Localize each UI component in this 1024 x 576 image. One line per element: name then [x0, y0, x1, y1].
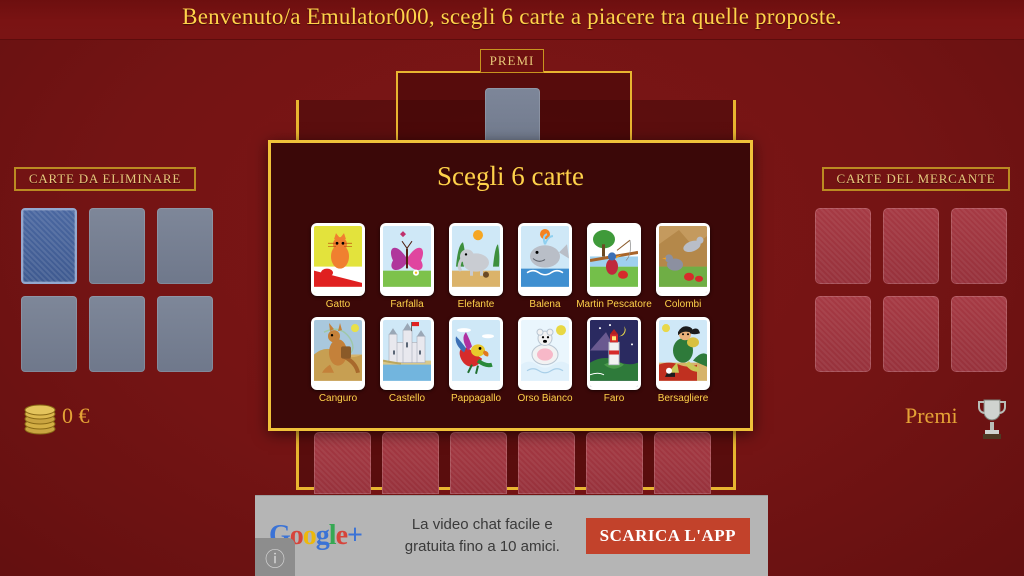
money-value: 0 €	[62, 403, 90, 428]
eliminate-card-slot-1[interactable]	[21, 208, 77, 284]
card-label: Bersagliere	[657, 393, 709, 404]
card-face-orso[interactable]	[518, 317, 572, 390]
card-label: Gatto	[325, 299, 351, 310]
advertisement-banner[interactable]: Google+ La video chat facile e gratuita …	[255, 495, 768, 576]
card-face-canguro[interactable]	[311, 317, 365, 390]
hand-card-3[interactable]	[450, 432, 507, 494]
card-label: Orso Bianco	[517, 393, 573, 404]
card-face-castello[interactable]	[380, 317, 434, 390]
card-label: Martin Pescatore	[576, 299, 652, 310]
prizes-tab-label: PREMI	[480, 49, 544, 73]
left-panel-title: CARTE DA ELIMINARE	[14, 167, 196, 191]
selectable-card[interactable]: Castello	[378, 317, 436, 404]
merchant-card-slot-6[interactable]	[951, 296, 1007, 372]
merchant-card-slot-5[interactable]	[883, 296, 939, 372]
ad-line-1: La video chat facile e	[411, 516, 553, 534]
card-label: Farfalla	[390, 299, 424, 310]
merchant-card-slot-1[interactable]	[815, 208, 871, 284]
card-face-faro[interactable]	[587, 317, 641, 390]
selectable-card[interactable]: Gatto	[309, 223, 367, 310]
dialog-title: Scegli 6 carte	[437, 161, 584, 191]
eliminate-card-slot-5[interactable]	[89, 296, 145, 372]
info-icon[interactable]: ⓘ	[255, 538, 295, 576]
eliminate-card-slot-4[interactable]	[21, 296, 77, 372]
selectable-card[interactable]: Martin Pescatore	[576, 223, 652, 310]
choose-cards-dialog: Scegli 6 carte Gatto Farfalla Elefante Bale…	[268, 140, 753, 431]
hand-card-4[interactable]	[518, 432, 575, 494]
ad-body-text: La video chat facile e gratuita fino a 1…	[379, 514, 586, 558]
merchant-card-slot-4[interactable]	[815, 296, 871, 372]
card-face-pappagallo[interactable]	[449, 317, 503, 390]
eliminate-card-slot-6[interactable]	[157, 296, 213, 372]
eliminate-card-slot-2[interactable]	[89, 208, 145, 284]
card-face-elefante[interactable]	[449, 223, 503, 296]
selectable-card[interactable]: Orso Bianco	[516, 317, 574, 404]
selectable-card[interactable]: Elefante	[447, 223, 505, 310]
eliminate-card-slot-3[interactable]	[157, 208, 213, 284]
card-label: Faro	[603, 393, 625, 404]
player-hand-row	[314, 432, 711, 494]
card-face-farfalla[interactable]	[380, 223, 434, 296]
card-face-martin[interactable]	[587, 223, 641, 296]
right-panel-title: CARTE DEL MERCANTE	[822, 167, 1010, 191]
selectable-card[interactable]: Canguro	[309, 317, 367, 404]
card-label: Canguro	[318, 393, 358, 404]
selectable-card[interactable]: Farfalla	[378, 223, 436, 310]
selectable-card[interactable]: Colombi	[654, 223, 712, 310]
card-face-gatto[interactable]	[311, 223, 365, 296]
card-row-2: Canguro Castello Pappagallo Orso Bianco Faro…	[271, 317, 750, 404]
selectable-card[interactable]: Bersagliere	[654, 317, 712, 404]
card-row-1: Gatto Farfalla Elefante Balena Martin Pescat…	[271, 223, 750, 310]
card-face-bersagliere[interactable]	[656, 317, 710, 390]
card-label: Elefante	[457, 299, 495, 310]
cards-to-eliminate-grid	[21, 208, 213, 372]
hand-card-5[interactable]	[586, 432, 643, 494]
ad-line-2: gratuita fino a 10 amici.	[404, 538, 560, 555]
welcome-message: Benvenuto/a Emulator000, scegli 6 carte …	[182, 4, 842, 29]
prizes-label: Premi	[905, 403, 958, 428]
merchant-card-slot-3[interactable]	[951, 208, 1007, 284]
card-face-balena[interactable]	[518, 223, 572, 296]
trophy-icon	[978, 399, 1006, 439]
hand-card-1[interactable]	[314, 432, 371, 494]
card-label: Castello	[388, 393, 426, 404]
coins-icon	[24, 404, 56, 435]
merchant-cards-grid	[815, 208, 1007, 372]
hand-card-6[interactable]	[654, 432, 711, 494]
card-label: Balena	[529, 299, 561, 310]
card-label: Colombi	[664, 299, 702, 310]
selectable-card[interactable]: Balena	[516, 223, 574, 310]
selectable-card[interactable]: Pappagallo	[447, 317, 505, 404]
card-label: Pappagallo	[450, 393, 502, 404]
game-screen: Benvenuto/a Emulator000, scegli 6 carte …	[0, 0, 1024, 576]
download-app-button[interactable]: SCARICA L'APP	[585, 518, 750, 554]
selectable-card[interactable]: Faro	[585, 317, 643, 404]
merchant-card-slot-2[interactable]	[883, 208, 939, 284]
selectable-cards-container: Gatto Farfalla Elefante Balena Martin Pescat…	[271, 223, 750, 411]
card-face-colombi[interactable]	[656, 223, 710, 296]
hand-card-2[interactable]	[382, 432, 439, 494]
